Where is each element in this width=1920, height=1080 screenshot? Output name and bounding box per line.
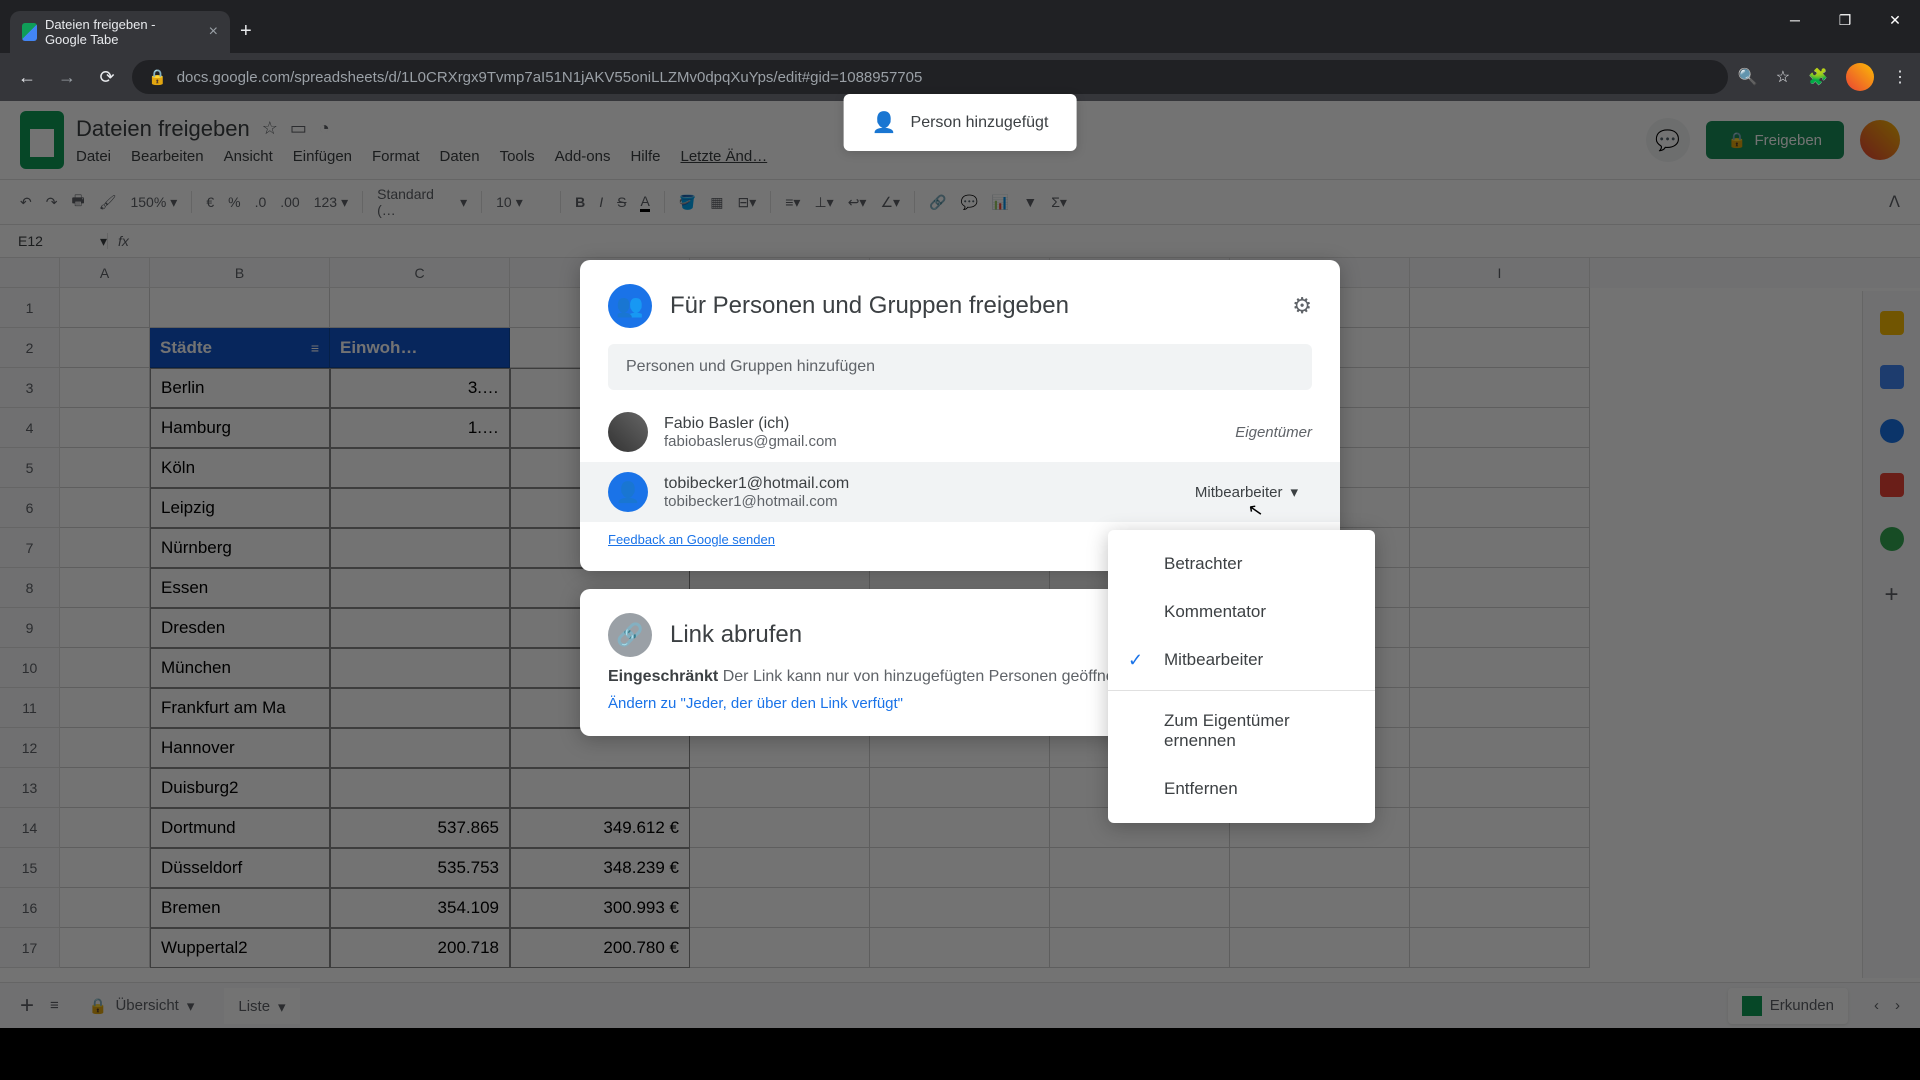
gear-icon[interactable]: ⚙ [1292,293,1312,319]
link-icon: 🔗 [608,613,652,657]
avatar: 👤 [608,472,648,512]
sheets-favicon [22,23,37,41]
role-option-remove[interactable]: Entfernen [1108,765,1375,813]
add-people-input[interactable]: Personen und Gruppen hinzufügen [608,344,1312,390]
window-controls: ─ ❐ ✕ [1770,0,1920,53]
toast-message: Person hinzugefügt [911,114,1049,132]
back-button[interactable]: ← [12,67,42,88]
role-option-commenter[interactable]: Kommentator [1108,588,1375,636]
owner-label: Eigentümer [1235,424,1312,441]
avatar [608,412,648,452]
chevron-down-icon: ▾ [1290,483,1298,501]
new-tab-button[interactable]: + [230,10,262,53]
url-text: docs.google.com/spreadsheets/d/1L0CRXrgx… [177,69,923,86]
profile-avatar[interactable] [1846,63,1874,91]
role-option-make-owner[interactable]: Zum Eigentümer ernennen [1108,697,1375,765]
extensions-icon[interactable]: 🧩 [1808,67,1828,87]
role-dropdown-menu: Betrachter Kommentator Mitbearbeiter Zum… [1108,530,1375,823]
browser-tab-bar: Dateien freigeben - Google Tabe × + ─ ❐ … [0,0,1920,53]
forward-button[interactable]: → [52,67,82,88]
person-row-owner: Fabio Basler (ich) fabiobaslerus@gmail.c… [580,402,1340,462]
role-option-editor[interactable]: Mitbearbeiter [1108,636,1375,684]
person-email: tobibecker1@hotmail.com [664,493,1165,510]
toast-notification: 👤 Person hinzugefügt [844,94,1077,151]
maximize-button[interactable]: ❐ [1820,0,1870,40]
person-add-icon: 👤 [872,110,897,135]
person-name: tobibecker1@hotmail.com [664,475,1165,493]
person-name: Fabio Basler (ich) [664,415,1219,433]
zoom-icon[interactable]: 🔍 [1738,67,1758,87]
browser-tab[interactable]: Dateien freigeben - Google Tabe × [10,11,230,53]
role-option-viewer[interactable]: Betrachter [1108,540,1375,588]
lock-icon: 🔒 [148,68,167,86]
star-icon[interactable]: ☆ [1776,67,1790,87]
reload-button[interactable]: ⟳ [92,67,122,88]
minimize-button[interactable]: ─ [1770,0,1820,40]
get-link-title: Link abrufen [670,621,802,649]
menu-divider [1108,690,1375,691]
people-icon: 👥 [608,284,652,328]
close-tab-icon[interactable]: × [209,23,218,41]
share-dialog-title: Für Personen und Gruppen freigeben [670,292,1069,320]
tab-title: Dateien freigeben - Google Tabe [45,17,201,47]
menu-icon[interactable]: ⋮ [1892,67,1908,87]
person-email: fabiobaslerus@gmail.com [664,433,1219,450]
url-field[interactable]: 🔒 docs.google.com/spreadsheets/d/1L0CRXr… [132,60,1728,94]
close-window-button[interactable]: ✕ [1870,0,1920,40]
person-row-editor: 👤 tobibecker1@hotmail.com tobibecker1@ho… [580,462,1340,522]
